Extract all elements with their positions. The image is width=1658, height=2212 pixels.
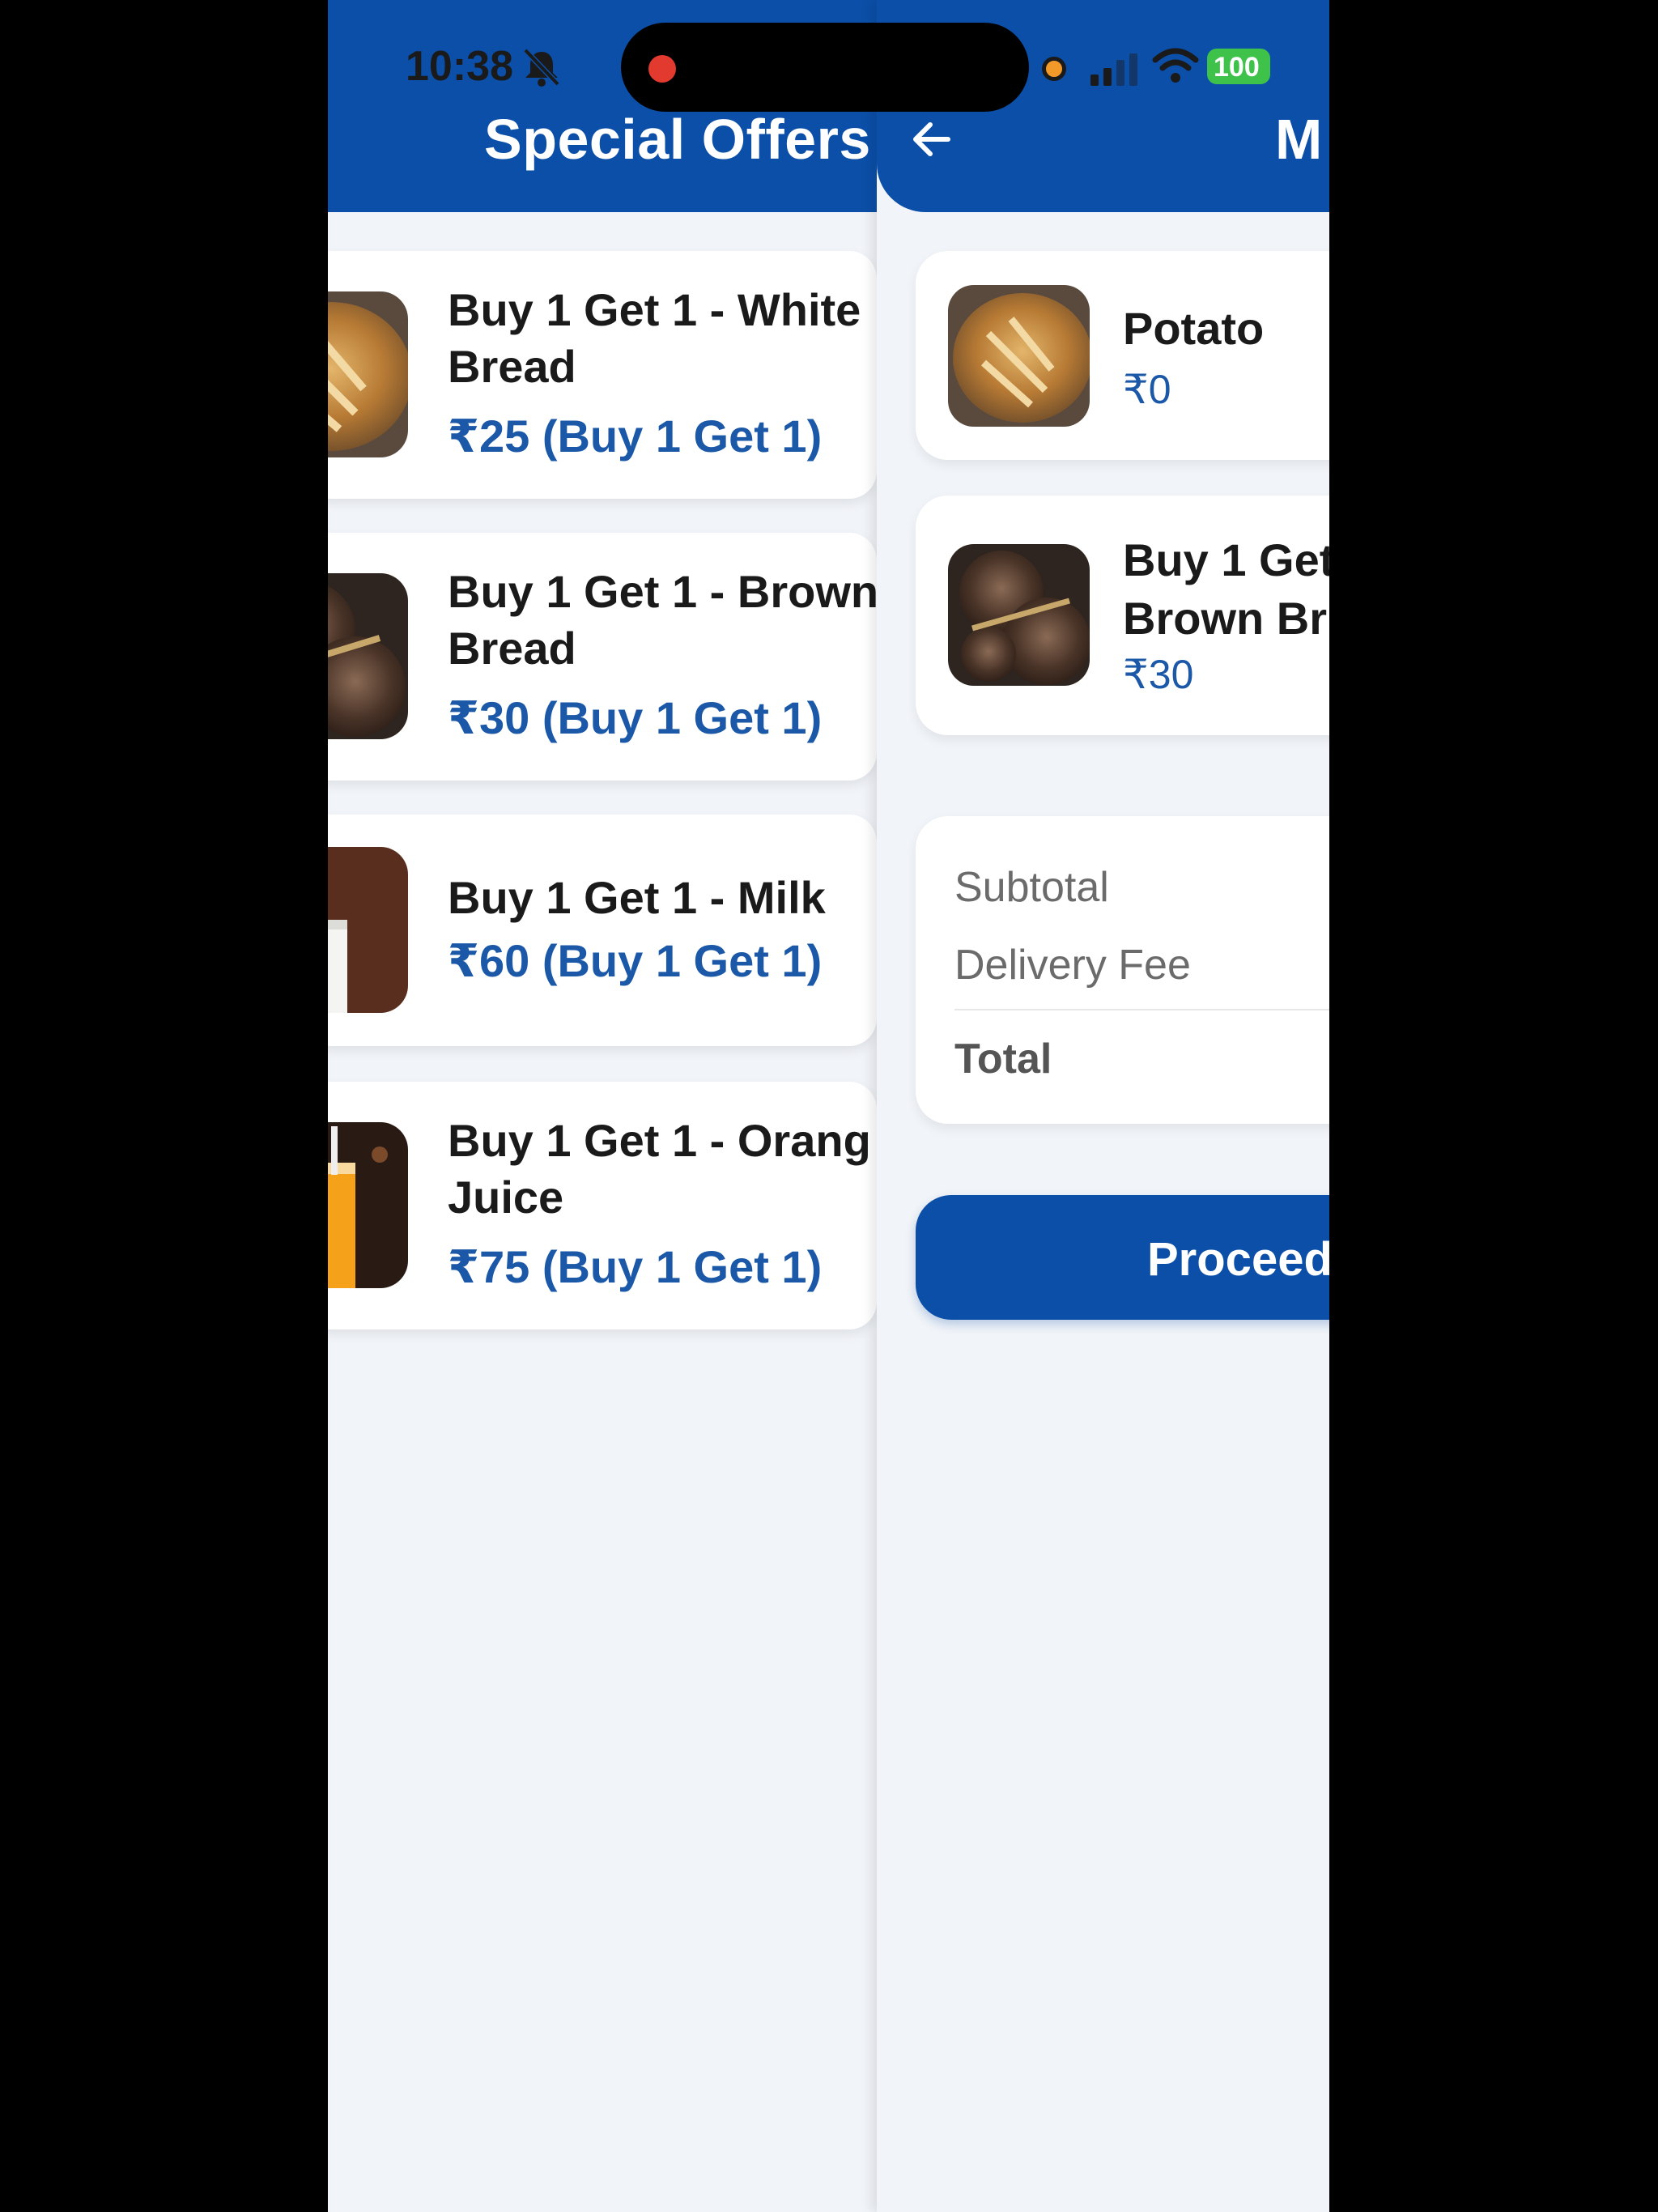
offer-price: ₹30 (Buy 1 Get 1) (448, 692, 823, 743)
cart-item[interactable]: Potato ₹0 (916, 251, 1329, 460)
divider (954, 1009, 1329, 1010)
cart-item-name: Buy 1 Get Brown Br (1123, 534, 1329, 644)
offer-price: ₹60 (Buy 1 Get 1) (448, 935, 823, 986)
camera-indicator-icon (1042, 57, 1066, 81)
brown-bread-image (328, 573, 408, 739)
recording-dot-icon (648, 55, 676, 83)
dynamic-island (621, 23, 1029, 112)
offer-name: Buy 1 Get 1 - Milk (448, 872, 826, 923)
offer-name: Buy 1 Get 1 - Orang Juice (448, 1115, 871, 1223)
cart-item-price: ₹30 (1123, 652, 1194, 697)
subtotal-label: Subtotal (954, 864, 1109, 911)
offer-card-milk[interactable]: Buy 1 Get 1 - Milk ₹60 (Buy 1 Get 1) (328, 815, 877, 1046)
offer-card-white-bread[interactable]: Buy 1 Get 1 - White Bread ₹25 (Buy 1 Get… (328, 251, 877, 499)
battery-icon: 100 (1207, 49, 1270, 84)
signal-icon (1089, 52, 1139, 86)
cart-screen: M Potato ₹0 Buy 1 Get Brown Br ₹30 Subto… (877, 0, 1329, 2212)
offer-price: ₹75 (Buy 1 Get 1) (448, 1241, 823, 1292)
total-label: Total (954, 1036, 1052, 1083)
orange-juice-image (328, 1122, 408, 1288)
proceed-label: Proceed (1147, 1233, 1329, 1286)
proceed-button[interactable]: Proceed (916, 1195, 1329, 1320)
delivery-fee-label: Delivery Fee (954, 942, 1191, 989)
white-bread-image (328, 291, 408, 457)
offer-card-brown-bread[interactable]: Buy 1 Get 1 - Brown Bread ₹30 (Buy 1 Get… (328, 533, 877, 781)
item-image (948, 544, 1090, 686)
bell-slash-icon (521, 47, 563, 87)
cart-title: M (1275, 108, 1323, 171)
offer-name: Buy 1 Get 1 - White Bread (448, 284, 861, 392)
cart-item-price: ₹0 (1123, 367, 1171, 412)
cart-item[interactable]: Buy 1 Get Brown Br ₹30 (916, 496, 1329, 735)
cart-item-name: Potato (1123, 303, 1265, 354)
offer-name: Buy 1 Get 1 - Brown Bread (448, 566, 877, 674)
page-title: Special Offers (484, 108, 871, 171)
special-offers-screen: Special Offers Buy 1 Get 1 - White Bread… (328, 0, 877, 2212)
battery-level: 100 (1214, 52, 1260, 83)
arrow-left-icon[interactable] (906, 113, 958, 165)
item-image (948, 285, 1090, 427)
app-screen: Special Offers Buy 1 Get 1 - White Bread… (328, 0, 1329, 2212)
order-summary: Subtotal Delivery Fee Total (916, 816, 1329, 1124)
offer-card-orange-juice[interactable]: Buy 1 Get 1 - Orang Juice ₹75 (Buy 1 Get… (328, 1082, 877, 1329)
status-time: 10:38 (406, 43, 513, 90)
offer-price: ₹25 (Buy 1 Get 1) (448, 410, 823, 462)
milk-image (328, 847, 408, 1013)
wifi-icon (1152, 47, 1199, 84)
